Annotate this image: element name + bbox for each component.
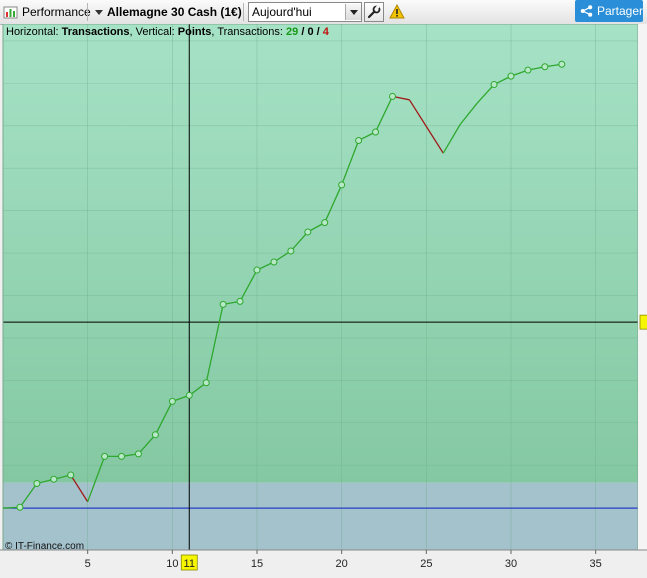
data-point [151,431,159,439]
toolbar-separator [243,3,244,21]
data-point [185,391,193,399]
toolbar-separator [87,3,88,21]
x-tick-label: 30 [505,558,517,570]
data-point [16,503,24,511]
data-point [67,471,75,479]
data-point [101,452,109,460]
data-point [490,81,498,89]
count-separator: / [313,26,323,38]
negative-zone [3,482,638,550]
vertical-value: Points [177,26,212,38]
instrument-name: Allemagne 30 Cash (1€) [107,5,242,19]
data-point [321,219,329,227]
period-dropdown-button[interactable] [345,4,361,20]
dropdown-arrow-icon [95,9,103,15]
x-tick-label: 5 [85,558,91,570]
share-icon [580,5,593,17]
performance-label: Performance [22,5,91,19]
instrument-selector[interactable]: Allemagne 30 Cash (1€) [95,3,242,21]
chart-icon [3,6,18,18]
share-button[interactable]: Partager [575,0,643,22]
crosshair-x-label: 11 [184,558,195,570]
data-point [236,297,244,305]
data-point [219,300,227,308]
x-tick-label: 15 [251,558,263,570]
horizontal-label: Horizontal: [6,26,62,38]
performance-chart[interactable]: 5 10 15 20 25 30 35 11 [0,24,647,578]
chart-header: Horizontal: Transactions, Vertical: Poin… [6,26,329,38]
vertical-label: , Vertical: [129,26,178,38]
data-point [507,72,515,80]
data-point [134,450,142,458]
data-point [50,475,58,483]
data-point [253,266,261,274]
x-tick-label: 20 [336,558,348,570]
x-axis-area [0,550,647,578]
data-point [118,452,126,460]
data-point [287,247,295,255]
x-tick-label: 35 [590,558,602,570]
data-point [202,379,210,387]
losing-trades-count: 4 [322,26,329,38]
data-point [304,228,312,236]
period-select-value: Aujourd'hui [252,5,312,19]
data-point [270,258,278,266]
chevron-down-icon [349,9,358,15]
data-point [388,92,396,100]
data-point [524,66,532,74]
data-point [541,63,549,71]
performance-menu[interactable]: Performance [3,3,91,21]
right-axis-strip [638,24,647,550]
chart-area[interactable]: 5 10 15 20 25 30 35 11 Horizontal: Transactions… [0,24,647,578]
settings-button[interactable] [364,2,384,22]
winning-trades-count: 29 [286,26,299,38]
warning-icon[interactable] [389,4,405,20]
horizontal-value: Transactions [61,26,130,38]
data-point [338,181,346,189]
transactions-label: , Transactions: [211,26,287,38]
data-point [168,397,176,405]
data-point [355,136,363,144]
x-tick-label: 10 [166,558,178,570]
wrench-icon [367,5,381,19]
data-point [33,480,41,488]
toolbar: Performance Allemagne 30 Cash (1€) Aujou… [0,0,647,25]
crosshair-y-label-box [639,314,647,330]
share-label: Partager [596,4,643,18]
copyright-text: © IT-Finance.com [5,541,85,552]
x-tick-label: 25 [420,558,432,570]
period-select[interactable]: Aujourd'hui [248,2,362,22]
data-point [558,60,566,68]
data-point [372,128,380,136]
